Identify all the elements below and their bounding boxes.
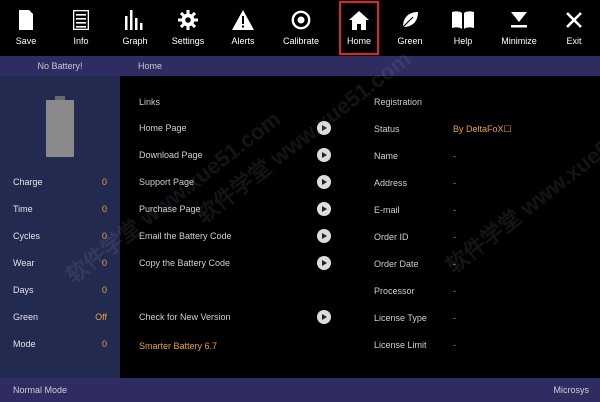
link-support-page[interactable]: Support Page xyxy=(139,175,331,191)
link-home-page[interactable]: Home Page xyxy=(139,121,331,137)
link-purchase-page[interactable]: Purchase Page xyxy=(139,202,331,218)
home-icon xyxy=(349,9,369,31)
reg-processor: Processor - xyxy=(374,286,456,296)
stat-green: Green Off xyxy=(13,312,107,322)
close-icon xyxy=(566,9,582,31)
reg-license-type: License Type - xyxy=(374,313,456,323)
sidebar: Charge 0 Time 0 Cycles 0 Wear 0 Days 0 G… xyxy=(0,76,120,378)
breadcrumb: Home xyxy=(138,61,163,71)
app-window: Save Info Graph Settings Alerts Calibrat… xyxy=(0,0,600,402)
green-button[interactable]: Green xyxy=(384,0,436,56)
calibrate-button[interactable]: Calibrate xyxy=(270,0,332,56)
stat-mode: Mode 0 xyxy=(13,339,107,349)
save-icon xyxy=(19,9,33,31)
settings-button[interactable]: Settings xyxy=(160,0,216,56)
home-button[interactable]: Home xyxy=(338,0,380,56)
battery-status-text: No Battery! xyxy=(37,61,83,71)
info-button[interactable]: Info xyxy=(52,0,110,56)
info-icon xyxy=(73,9,89,31)
minimize-button[interactable]: Minimize xyxy=(490,0,548,56)
link-download-page[interactable]: Download Page xyxy=(139,148,331,164)
settings-icon xyxy=(178,9,198,31)
stat-charge: Charge 0 xyxy=(13,177,107,187)
play-icon[interactable] xyxy=(317,256,331,270)
save-button[interactable]: Save xyxy=(0,0,52,56)
stat-wear: Wear 0 xyxy=(13,258,107,268)
graph-button[interactable]: Graph xyxy=(110,0,160,56)
play-icon[interactable] xyxy=(317,175,331,189)
stat-cycles: Cycles 0 xyxy=(13,231,107,241)
help-button[interactable]: Help xyxy=(436,0,490,56)
book-icon xyxy=(452,9,474,31)
reg-address: Address - xyxy=(374,178,456,188)
toolbar: Save Info Graph Settings Alerts Calibrat… xyxy=(0,0,600,56)
minimize-icon xyxy=(511,9,527,31)
stat-time: Time 0 xyxy=(13,204,107,214)
play-icon[interactable] xyxy=(317,121,331,135)
main-panel: Links Home Page Download Page Support Pa… xyxy=(120,76,600,378)
play-icon[interactable] xyxy=(317,202,331,216)
exit-button[interactable]: Exit xyxy=(548,0,600,56)
stat-days: Days 0 xyxy=(13,285,107,295)
mode-status: Normal Mode xyxy=(13,385,68,395)
calibrate-icon xyxy=(291,9,311,31)
location-bar: No Battery! Home xyxy=(0,56,600,76)
link-copy-battery-code[interactable]: Copy the Battery Code xyxy=(139,256,331,272)
reg-email: E-mail - xyxy=(374,205,456,215)
play-icon[interactable] xyxy=(317,148,331,162)
status-bar: Normal Mode Microsys xyxy=(0,378,600,402)
play-icon[interactable] xyxy=(317,229,331,243)
leaf-icon xyxy=(401,9,419,31)
alert-icon xyxy=(232,9,254,31)
reg-order-id: Order ID - xyxy=(374,232,456,242)
battery-icon xyxy=(46,96,74,157)
registration-title: Registration xyxy=(374,97,423,107)
alerts-button[interactable]: Alerts xyxy=(216,0,270,56)
vendor-label: Microsys xyxy=(553,385,590,395)
links-title: Links xyxy=(139,97,161,107)
reg-license-limit: License Limit - xyxy=(374,340,456,350)
link-check-new-version[interactable]: Check for New Version xyxy=(139,310,331,326)
reg-status: Status By DeltaFoX☐ xyxy=(374,124,512,134)
reg-name: Name - xyxy=(374,151,456,161)
reg-order-date: Order Date - xyxy=(374,259,456,269)
link-email-battery-code[interactable]: Email the Battery Code xyxy=(139,229,331,245)
play-icon[interactable] xyxy=(317,310,331,324)
version-label: Smarter Battery 6.7 xyxy=(139,341,218,351)
graph-icon xyxy=(125,9,145,31)
